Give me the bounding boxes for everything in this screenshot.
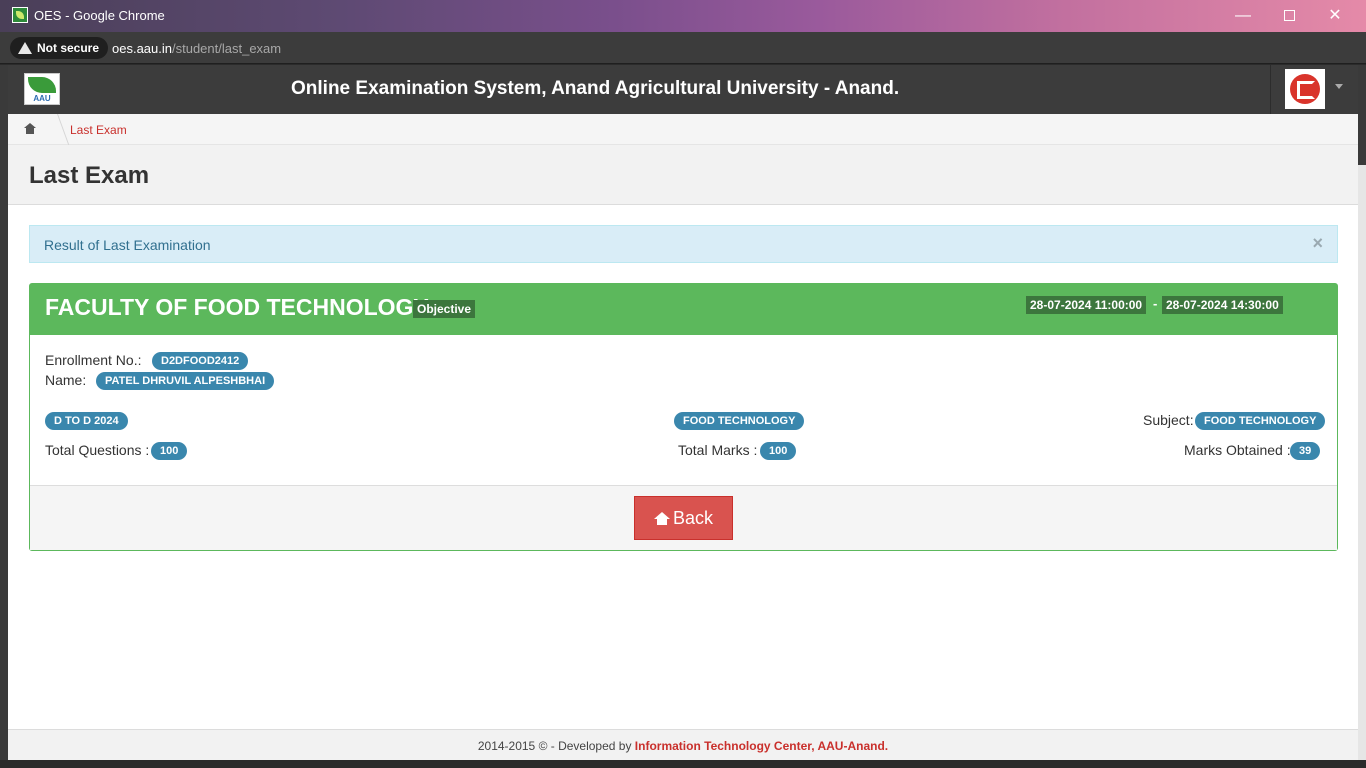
info-alert: Result of Last Examination × [29,225,1338,263]
enrollment-badge: D2DFOOD2412 [152,352,249,370]
total-marks-label: Total Marks : [678,442,758,458]
breadcrumb-current[interactable]: Last Exam [70,123,127,137]
app-icon [12,7,28,23]
name-label: Name: [45,372,87,388]
window-title: OES - Google Chrome [34,8,165,23]
address-bar: Not secure oes.aau.in/student/last_exam [0,32,1366,64]
university-logo[interactable]: AAU [24,73,60,105]
exam-end-time: 28-07-2024 14:30:00 [1162,296,1283,314]
marks-obtained-label: Marks Obtained : [1184,442,1291,458]
exam-result-panel: FACULTY OF FOOD TECHNOLOGY Objective 28-… [29,283,1338,551]
page-viewport: AAU Online Examination System, Anand Agr… [8,65,1358,760]
page-header: Last Exam [8,145,1358,205]
security-label: Not secure [37,41,100,55]
chevron-down-icon[interactable] [1335,84,1343,89]
user-avatar[interactable] [1285,69,1325,109]
page-title: Last Exam [29,162,150,189]
leaf-icon [28,77,56,93]
department-badge: FOOD TECHNOLOGY [674,412,805,430]
footer-copyright: 2014-2015 © - Developed by [477,739,632,753]
total-questions-label: Total Questions : [45,442,150,458]
name-badge: PATEL DHRUVIL ALPESHBHAI [96,372,275,390]
nav-divider [1270,65,1271,114]
home-icon [653,512,670,525]
home-icon[interactable] [24,123,36,134]
faculty-title: FACULTY OF FOOD TECHNOLOGY [45,294,429,320]
bottom-window-edge [0,760,1366,768]
warning-icon [18,42,32,54]
security-indicator[interactable]: Not secure [10,37,109,59]
exam-start-time: 28-07-2024 11:00:00 [1026,296,1147,314]
avatar-icon [1290,74,1320,104]
close-window-button[interactable]: ✕ [1312,0,1358,32]
close-icon[interactable]: × [1312,233,1323,254]
date-separator: - [1153,296,1158,311]
enrollment-label: Enrollment No.: [45,352,142,368]
left-window-edge [0,65,8,768]
total-marks-badge: 100 [760,442,797,460]
maximize-button[interactable] [1266,0,1312,32]
exam-type-label: Objective [413,300,476,318]
panel-body: Enrollment No.: D2DFOOD2412 Name: PATEL … [30,335,1337,485]
url-host: oes.aau.in [112,41,172,56]
minimize-button[interactable]: — [1220,0,1266,32]
page-footer: 2014-2015 © - Developed by Information T… [8,729,1358,760]
breadcrumb: Last Exam [8,114,1358,145]
right-window-edge [1358,65,1366,768]
breadcrumb-separator [46,114,70,145]
site-title: Online Examination System, Anand Agricul… [291,78,900,99]
footer-link[interactable]: Information Technology Center, AAU-Anand… [635,739,888,753]
panel-footer: Back [30,485,1337,550]
program-badge: D TO D 2024 [45,412,128,430]
url-path: /student/last_exam [172,41,282,56]
subject-label: Subject: [1143,412,1194,428]
logo-text: AAU [33,94,51,103]
alert-message: Result of Last Examination [44,237,211,253]
back-button-label: Back [672,508,714,528]
subject-badge: FOOD TECHNOLOGY [1195,412,1326,430]
total-questions-badge: 100 [151,442,188,460]
footer-text: 2014-2015 © - Developed by Information T… [478,739,888,753]
url-field[interactable]: oes.aau.in/student/last_exam [112,41,281,56]
top-navbar: AAU Online Examination System, Anand Agr… [8,65,1358,114]
back-button[interactable]: Back [634,496,733,540]
window-title-bar: OES - Google Chrome — ✕ [0,0,1366,32]
marks-obtained-badge: 39 [1290,442,1321,460]
panel-heading: FACULTY OF FOOD TECHNOLOGY Objective 28-… [30,284,1337,335]
